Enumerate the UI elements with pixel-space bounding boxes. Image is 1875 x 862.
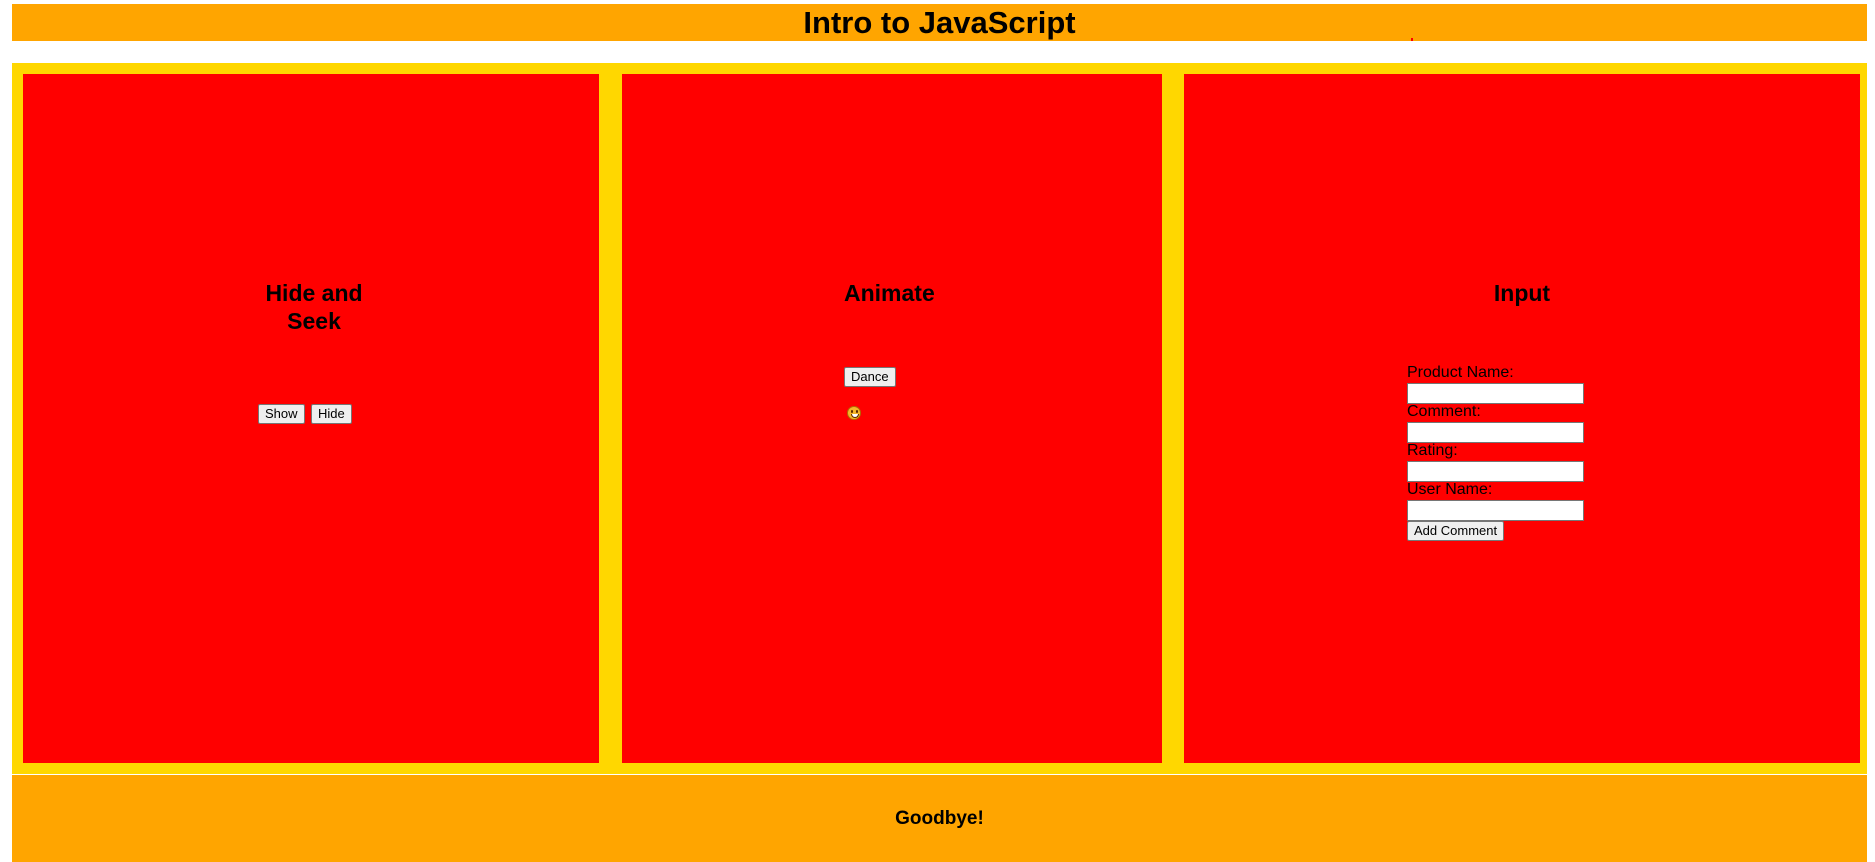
main-content: Hide and Seek Show Hide Animate Dance In… (12, 63, 1867, 774)
rating-label: Rating: (1407, 442, 1458, 459)
input-heading: Input (1493, 280, 1551, 306)
footer-text: Goodbye! (895, 808, 984, 829)
show-button[interactable]: Show (258, 404, 305, 424)
page-footer: Goodbye! (12, 775, 1867, 862)
add-comment-button[interactable]: Add Comment (1407, 521, 1505, 541)
animate-panel: Animate Dance (622, 74, 1162, 763)
rating-field[interactable] (1407, 461, 1584, 482)
input-panel: Input Product Name: Comment: Rating: Use… (1184, 74, 1860, 763)
comment-label: Comment: (1407, 403, 1481, 420)
product-name-label: Product Name: (1407, 364, 1514, 381)
hide-button[interactable]: Hide (311, 404, 352, 424)
face-eye-left (851, 410, 853, 413)
page-title: Intro to JavaScript (803, 5, 1076, 40)
product-name-field[interactable] (1407, 383, 1584, 404)
smiley-face-icon (847, 406, 861, 420)
comment-field[interactable] (1407, 422, 1584, 443)
page-header: Intro to JavaScript (12, 4, 1867, 41)
animate-heading: Animate (844, 280, 935, 306)
dance-button[interactable]: Dance (844, 367, 896, 387)
hide-and-seek-heading: Hide and Seek (265, 280, 363, 334)
user-name-field[interactable] (1407, 500, 1584, 521)
hide-and-seek-panel: Hide and Seek Show Hide (23, 74, 599, 763)
user-name-label: User Name: (1407, 481, 1493, 498)
face-eye-right (856, 410, 858, 413)
face-mouth (851, 414, 859, 418)
decorative-mark (1411, 38, 1413, 41)
